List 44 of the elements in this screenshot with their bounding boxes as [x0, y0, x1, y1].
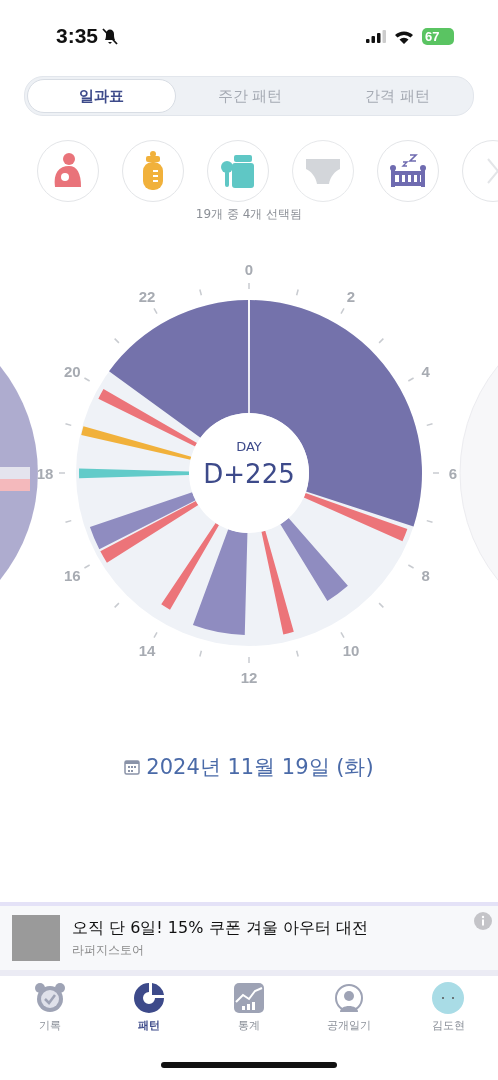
jar-spoon-icon [220, 153, 256, 189]
nav-tab[interactable]: 통계 [199, 982, 299, 1044]
day-caption: DAY [235, 439, 263, 454]
crib-icon [390, 153, 426, 189]
date-label[interactable]: 2024년 11월 19일 (화) [146, 753, 374, 781]
hour-label: 4 [421, 363, 430, 380]
nav-tab[interactable]: 공개일기 [298, 982, 399, 1044]
hour-label: 14 [138, 641, 156, 659]
hour-label: 6 [448, 465, 458, 482]
info-icon[interactable] [474, 912, 492, 930]
battery-indicator: 67 [422, 28, 454, 45]
baby-bottle-icon [141, 151, 165, 191]
hour-label: 12 [240, 669, 258, 686]
signal-icon [366, 30, 386, 43]
hour-label: 20 [64, 363, 81, 380]
bell-slash-icon [102, 27, 119, 45]
selection-count: 19개 중 4개 선택됨 [194, 206, 304, 223]
status-time: 3:35 [56, 24, 99, 48]
nav-tab[interactable]: 김도현 [398, 982, 498, 1044]
segment-tab[interactable]: 일과표 [27, 79, 177, 113]
nav-tab[interactable]: 패턴 [99, 982, 200, 1044]
person-network-icon [332, 982, 365, 1014]
day-count: D+225 [202, 459, 296, 489]
hour-label: 10 [342, 641, 360, 659]
diaper-icon [305, 157, 341, 185]
ad-advertiser: 라퍼지스토어 [72, 941, 145, 959]
hour-label: 8 [421, 567, 430, 584]
ad-banner[interactable]: 오직 단 6일! 15% 쿠폰 겨울 아우터 대전 라퍼지스토어 [0, 902, 498, 976]
hour-label: 0 [244, 261, 254, 278]
photo-placeholder [12, 915, 60, 961]
hour-label: 16 [64, 567, 81, 584]
ad-title: 오직 단 6일! 15% 쿠폰 겨울 아우터 대전 [72, 917, 368, 939]
calendar-icon [124, 759, 141, 775]
alarm-clock-icon [33, 982, 66, 1014]
donut-chart-icon [133, 982, 166, 1014]
line-chart-icon [233, 982, 265, 1014]
segment-tab[interactable]: 주간 패턴 [176, 79, 324, 113]
chevron-right-icon [486, 157, 498, 185]
segment-tab[interactable]: 간격 패턴 [323, 79, 471, 113]
avatar-icon [432, 982, 465, 1014]
hour-label: 22 [138, 288, 156, 306]
wifi-icon [394, 29, 414, 44]
hour-label: 2 [346, 288, 356, 306]
nav-tab[interactable]: 기록 [0, 982, 100, 1044]
